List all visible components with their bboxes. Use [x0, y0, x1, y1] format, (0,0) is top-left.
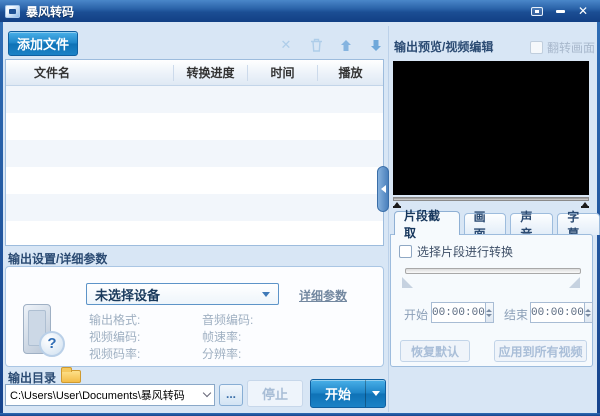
arrow-down-icon [370, 39, 382, 52]
range-handle-left[interactable] [402, 277, 413, 288]
label-resolution: 分辨率: [202, 345, 241, 362]
seek-handle-left[interactable] [393, 202, 401, 208]
start-time-field[interactable]: 00:00:00 [431, 302, 494, 323]
flip-checkbox[interactable] [530, 41, 543, 54]
window-title: 暴风转码 [26, 3, 74, 20]
preview-title: 输出预览/视频编辑 [394, 38, 493, 55]
end-time-label: 结束 [504, 306, 528, 323]
spinner-down-icon [585, 314, 591, 317]
question-icon: ? [39, 331, 65, 357]
label-video-bitrate: 视频码率: [89, 345, 140, 362]
range-handle-right[interactable] [569, 277, 580, 288]
label-output-format: 输出格式: [89, 311, 140, 328]
chevron-down-icon [203, 389, 211, 397]
remove-file-button[interactable]: ✕ [276, 36, 296, 54]
collapse-panel-handle[interactable] [377, 166, 389, 212]
table-row [6, 140, 383, 167]
arrow-up-icon [340, 39, 352, 52]
add-file-button[interactable]: 添加文件 [8, 31, 78, 56]
label-frame-rate: 帧速率: [202, 328, 241, 345]
tab-audio[interactable]: 声音 [510, 213, 553, 235]
start-time-value: 00:00:00 [432, 307, 485, 319]
close-button[interactable]: ✕ [575, 4, 591, 18]
table-row [6, 167, 383, 194]
clip-range-slider[interactable] [405, 268, 581, 274]
output-settings-title: 输出设置/详细参数 [8, 250, 107, 267]
column-header-progress[interactable]: 转换进度 [174, 65, 248, 81]
spinner-up-icon [585, 309, 591, 312]
column-header-play[interactable]: 播放 [318, 65, 383, 81]
clip-select-label: 选择片段进行转换 [417, 243, 513, 260]
minimize-button[interactable] [552, 4, 568, 18]
tab-subtitle[interactable]: 字幕 [557, 213, 600, 235]
app-logo-icon [5, 5, 20, 18]
video-preview [393, 61, 589, 195]
output-path-combobox[interactable]: C:\Users\User\Documents\暴风转码 [5, 384, 215, 406]
output-path-value: C:\Users\User\Documents\暴风转码 [10, 387, 185, 403]
tab-picture[interactable]: 画面 [464, 213, 507, 235]
folder-icon[interactable] [61, 370, 81, 383]
start-button[interactable]: 开始 [310, 379, 386, 408]
minimize-icon [556, 10, 565, 13]
end-time-value: 00:00:00 [531, 307, 584, 319]
start-button-label: 开始 [311, 384, 365, 403]
output-settings-panel: ? 未选择设备 详细参数 输出格式: 视频编码: 视频码率: 音频编码: 帧速率… [5, 266, 384, 367]
clip-capture-panel: 选择片段进行转换 开始 00:00:00 结束 00:00:00 恢复默认 应用… [390, 234, 593, 367]
column-header-time[interactable]: 时间 [248, 65, 318, 81]
device-select-value: 未选择设备 [95, 285, 160, 304]
flip-checkbox-label: 翻转画面 [547, 39, 595, 56]
table-row [6, 221, 383, 248]
chevron-left-icon [381, 185, 386, 193]
table-row [6, 194, 383, 221]
clip-select-checkbox[interactable] [399, 245, 412, 258]
title-bar: 暴风转码 ✕ [0, 0, 600, 22]
apply-all-button[interactable]: 应用到所有视频 [494, 340, 587, 362]
window-frame [0, 22, 3, 416]
spinner-up-icon [486, 309, 492, 312]
column-header-filename[interactable]: 文件名 [6, 65, 174, 81]
device-select-dropdown[interactable]: 未选择设备 [86, 283, 279, 305]
start-dropdown-button[interactable] [366, 391, 385, 396]
trash-icon [310, 38, 323, 52]
detail-params-link[interactable]: 详细参数 [299, 287, 347, 304]
move-down-button[interactable] [366, 36, 386, 54]
tray-icon [531, 7, 543, 16]
label-video-codec: 视频编码: [89, 328, 140, 345]
browse-button[interactable]: ... [219, 384, 243, 406]
spinner-down-icon [486, 314, 492, 317]
clear-list-button[interactable] [306, 36, 326, 54]
end-time-spinner[interactable] [584, 303, 592, 322]
stop-button[interactable]: 停止 [247, 380, 303, 407]
start-time-spinner[interactable] [485, 303, 493, 322]
tab-clip-capture[interactable]: 片段截取 [394, 211, 460, 235]
file-list-header: 文件名 转换进度 时间 播放 [6, 60, 383, 86]
chevron-down-icon [372, 391, 380, 396]
table-row [6, 113, 383, 140]
file-list-table: 文件名 转换进度 时间 播放 [5, 59, 384, 246]
panel-divider [388, 26, 389, 412]
restore-default-button[interactable]: 恢复默认 [400, 340, 470, 362]
delete-x-icon: ✕ [281, 37, 292, 53]
end-time-field[interactable]: 00:00:00 [530, 302, 593, 323]
seek-bar[interactable] [393, 197, 589, 201]
app-window: 暴风转码 ✕ 添加文件 ✕ 文件名 转换进度 时间 播放 [0, 0, 600, 416]
move-up-button[interactable] [336, 36, 356, 54]
label-audio-codec: 音频编码: [202, 311, 253, 328]
start-time-label: 开始 [404, 306, 428, 323]
chevron-down-icon [262, 292, 270, 297]
table-row [6, 86, 383, 113]
tray-button[interactable] [529, 4, 545, 18]
